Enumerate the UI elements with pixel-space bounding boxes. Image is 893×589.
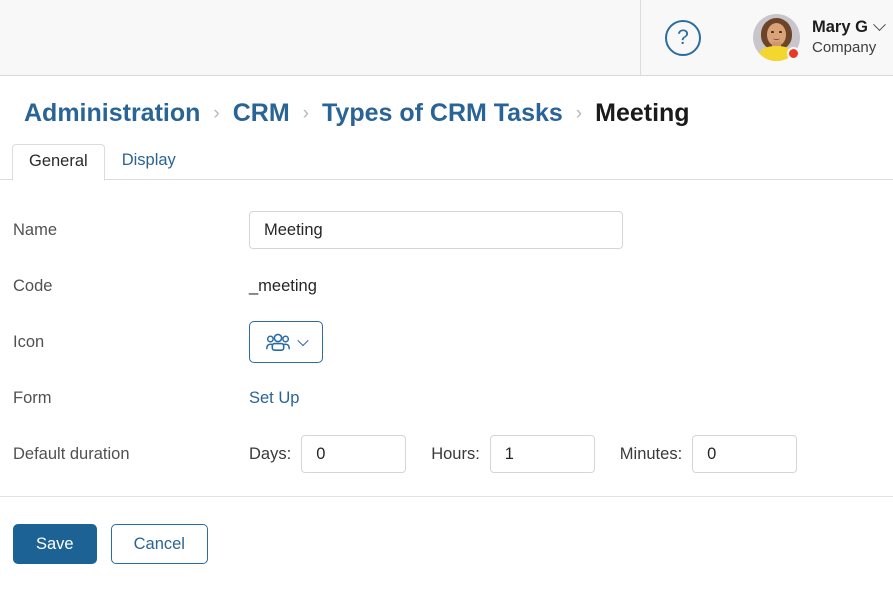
hours-label: Hours: <box>431 444 480 463</box>
duration-days-group: Days: <box>249 435 407 473</box>
user-name-row: Mary G <box>812 17 886 38</box>
chevron-down-icon <box>296 334 309 347</box>
header-right-region: ? Mary G Company <box>641 0 893 75</box>
code-field-wrap: _meeting <box>249 277 893 296</box>
form-row-icon: Icon <box>0 314 893 370</box>
icon-field-wrap <box>249 321 893 363</box>
set-up-link[interactable]: Set Up <box>249 389 299 408</box>
chevron-down-icon[interactable] <box>873 17 886 31</box>
form-row-default-duration: Default duration Days: Hours: Minutes: <box>0 426 893 482</box>
avatar-eye-left <box>771 31 774 33</box>
avatar[interactable] <box>753 14 800 61</box>
name-field-wrap <box>249 211 893 249</box>
form-actions-footer: Save Cancel <box>0 496 893 564</box>
save-button[interactable]: Save <box>13 524 97 564</box>
user-name: Mary G <box>812 17 868 36</box>
name-label: Name <box>13 220 58 239</box>
breadcrumb: Administration › CRM › Types of CRM Task… <box>0 76 893 128</box>
cancel-button[interactable]: Cancel <box>110 524 208 564</box>
minutes-input[interactable] <box>692 435 798 473</box>
general-settings-form: Name Code _meeting Icon <box>0 180 893 482</box>
help-icon[interactable]: ? <box>665 19 701 56</box>
breadcrumb-separator: › <box>575 102 583 124</box>
icon-picker-button[interactable] <box>249 321 323 363</box>
breadcrumb-item-types-of-crm-tasks[interactable]: Types of CRM Tasks <box>322 99 563 128</box>
name-input[interactable] <box>249 211 623 249</box>
minutes-label: Minutes: <box>619 444 683 463</box>
tab-bar: General Display <box>0 143 893 181</box>
days-label: Days: <box>249 444 292 463</box>
icon-label: Icon <box>13 332 45 351</box>
default-duration-field-wrap: Days: Hours: Minutes: <box>249 435 893 473</box>
breadcrumb-separator: › <box>213 102 220 124</box>
avatar-eye-right <box>779 31 782 33</box>
form-row-code: Code _meeting <box>0 258 893 314</box>
breadcrumb-item-meeting: Meeting <box>595 98 690 127</box>
duration-hours-group: Hours: <box>431 435 595 473</box>
user-menu[interactable]: Mary G Company <box>753 14 886 61</box>
days-input[interactable] <box>301 435 407 473</box>
form-row-form-setup: Form Set Up <box>0 370 893 426</box>
status-badge <box>787 47 800 60</box>
code-label: Code <box>13 276 53 295</box>
form-label: Form <box>13 388 52 407</box>
user-company: Company <box>812 39 877 57</box>
duration-minutes-group: Minutes: <box>619 435 798 473</box>
code-value: _meeting <box>249 276 317 295</box>
form-setup-field-wrap: Set Up <box>249 389 893 408</box>
tab-general[interactable]: General <box>12 144 105 181</box>
avatar-smile <box>773 37 780 40</box>
breadcrumb-separator: › <box>302 102 309 124</box>
form-row-name: Name <box>0 202 893 258</box>
header-left-empty-region <box>0 0 641 75</box>
hours-input[interactable] <box>489 435 595 473</box>
tab-display[interactable]: Display <box>105 143 193 180</box>
breadcrumb-item-crm[interactable]: CRM <box>233 99 290 128</box>
default-duration-label: Default duration <box>13 444 130 463</box>
group-people-icon <box>265 333 290 351</box>
user-text-block: Mary G Company <box>812 17 886 58</box>
breadcrumb-item-administration[interactable]: Administration <box>24 99 200 128</box>
top-header-bar: ? Mary G Company <box>0 0 893 76</box>
